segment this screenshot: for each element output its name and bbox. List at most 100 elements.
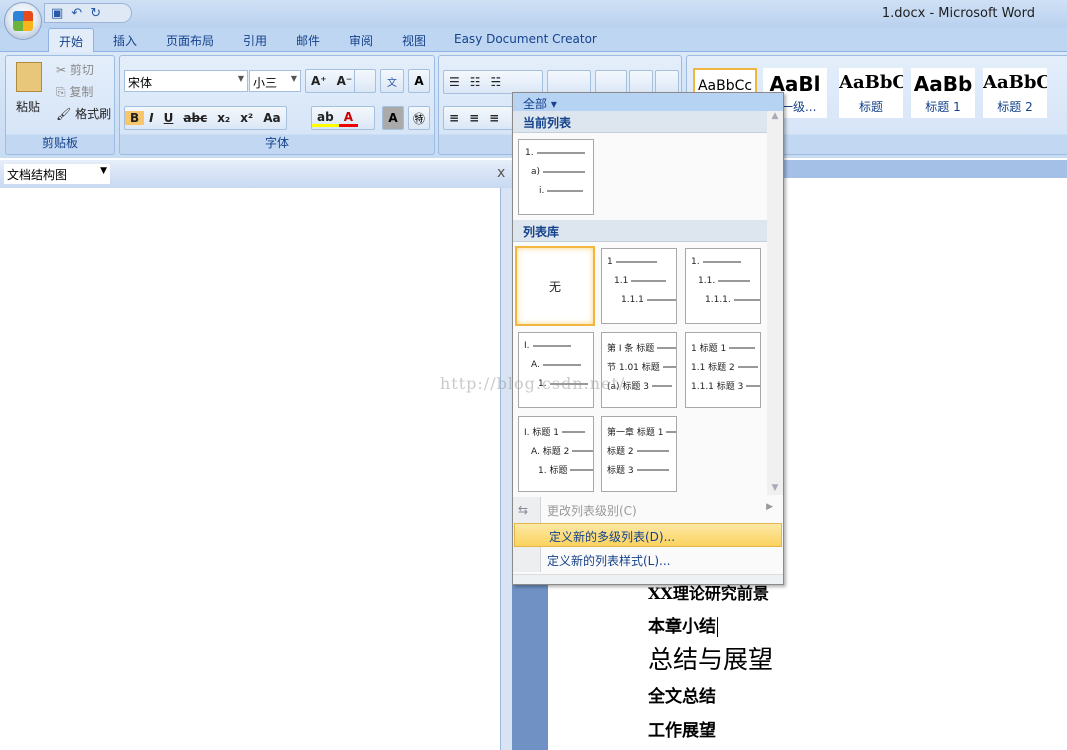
list-level-preview: 第 Ⅰ 条 标题: [607, 341, 676, 354]
list-library-tile[interactable]: 第一章 标题 1 标题 2 标题 3: [601, 416, 677, 492]
list-level-preview: 标题 2: [607, 444, 669, 457]
list-level-preview: 1.: [691, 257, 741, 267]
style-title[interactable]: AaBbC 标题: [839, 68, 903, 118]
format-painter-button[interactable]: 🖌 格式刷: [56, 105, 111, 122]
title-bar: 1.docx - Microsoft Word: [0, 0, 1067, 28]
list-level-preview: 1.1.1 标题 3: [691, 379, 760, 392]
list-library-section: 列表库: [513, 220, 767, 242]
list-level-preview: 1.1.: [698, 276, 751, 286]
numbering-icon: ☷: [469, 75, 481, 89]
subscript-button[interactable]: x₂: [212, 111, 235, 125]
list-level-preview: 第一章 标题 1: [607, 425, 676, 438]
strikethrough-button[interactable]: abc: [178, 111, 212, 125]
document-map-header: 文档结构图 ▼ x: [0, 160, 512, 188]
ribbon-tabs: 开始 插入 页面布局 引用 邮件 审阅 视图 Easy Document Cre…: [0, 28, 1067, 53]
list-level-preview: 标题 3: [607, 463, 669, 476]
doc-heading[interactable]: 工作展望: [648, 716, 716, 741]
underline-button[interactable]: U: [159, 111, 179, 125]
list-library-tile[interactable]: 1. 1.1. 1.1.1.: [685, 248, 761, 324]
paste-button[interactable]: 粘贴: [16, 98, 40, 115]
bullets-icon: ☰: [449, 75, 460, 89]
font-name-combo[interactable]: 宋体 ▼: [124, 70, 248, 92]
redo-icon[interactable]: ↻: [90, 6, 101, 21]
doc-chapter-heading[interactable]: 总结与展望: [648, 640, 773, 676]
list-library-tile[interactable]: I. A. 1.: [518, 332, 594, 408]
gallery-scrollbar[interactable]: ▲ ▼: [767, 111, 783, 495]
sort-icon[interactable]: [629, 70, 653, 94]
document-map-scrollbar[interactable]: [500, 188, 512, 750]
clipboard-group: 粘贴 ✂ 剪切 ⎘ 复制 🖌 格式刷 剪贴板: [5, 55, 115, 155]
multilevel-list-dropdown: 全部 ▾ 当前列表 1. a) i. 列表库 无 1 1.1 1.1.1 1. 1.1.…: [512, 92, 784, 585]
tab-home[interactable]: 开始: [48, 28, 95, 53]
highlight-and-font-color[interactable]: ab A: [311, 106, 375, 130]
list-level-preview: 1: [607, 257, 657, 267]
italic-button[interactable]: I: [144, 111, 158, 125]
grow-shrink-font[interactable]: A⁺ A⁻: [305, 69, 359, 93]
doc-heading[interactable]: 本章小结: [648, 612, 718, 637]
tab-review[interactable]: 审阅: [349, 32, 373, 49]
watermark: http://blog.csdn.net/: [440, 374, 626, 393]
cut-button[interactable]: ✂ 剪切: [56, 61, 94, 78]
change-case-button[interactable]: Aa: [258, 111, 285, 125]
scroll-down-icon: ▼: [771, 483, 779, 493]
change-list-level-item: 更改列表级别(C) ▶: [547, 502, 773, 518]
save-icon[interactable]: ▣: [51, 6, 63, 21]
clear-format-icon[interactable]: [354, 69, 376, 93]
multilevel-list-icon: ☵: [490, 75, 502, 89]
clipboard-group-label: 剪贴板: [41, 136, 78, 150]
document-map-select[interactable]: 文档结构图 ▼: [4, 164, 110, 184]
scroll-up-icon: ▲: [771, 111, 779, 121]
close-icon[interactable]: x: [497, 165, 505, 181]
superscript-button[interactable]: x²: [235, 111, 258, 125]
current-list-section: 当前列表: [513, 111, 767, 133]
tab-view[interactable]: 视图: [402, 32, 426, 49]
char-border-icon[interactable]: A: [408, 69, 430, 93]
list-level-preview: 1. 标题: [538, 463, 593, 476]
list-level-preview: 1.1 标题 2: [691, 360, 758, 373]
tab-easy-document-creator[interactable]: Easy Document Creator: [454, 32, 597, 46]
grow-font-icon: A⁺: [311, 74, 327, 88]
list-level-preview: 1 标题 1: [691, 341, 756, 354]
list-none-tile[interactable]: 无: [515, 246, 595, 326]
list-library-tile[interactable]: 第 Ⅰ 条 标题节 1.01 标题 (a) 标题 3: [601, 332, 677, 408]
office-button[interactable]: [4, 2, 42, 40]
define-new-list-style-item[interactable]: 定义新的列表样式(L)...: [513, 548, 783, 572]
style-heading1[interactable]: AaBb 标题 1: [911, 68, 975, 118]
list-library-tile[interactable]: I. 标题 1 A. 标题 2 1. 标题: [518, 416, 594, 492]
office-logo-icon: [13, 11, 33, 31]
define-new-multilevel-list-item[interactable]: 定义新的多级列表(D)...: [514, 523, 782, 547]
quick-access-toolbar: ▣ ↶ ↻: [44, 3, 132, 23]
asian-layout-icon[interactable]: [595, 70, 627, 94]
tab-page-layout[interactable]: 页面布局: [166, 32, 214, 49]
undo-icon[interactable]: ↶: [71, 6, 82, 21]
list-level-preview: I. 标题 1: [524, 425, 585, 438]
align-buttons[interactable]: ≡ ≡ ≡: [443, 106, 513, 130]
list-level-preview: A. 标题 2: [531, 444, 593, 457]
style-heading2[interactable]: AaBbC 标题 2: [983, 68, 1047, 118]
copy-button[interactable]: ⎘ 复制: [56, 83, 93, 100]
enclose-char-icon[interactable]: ㊕: [408, 106, 430, 130]
text-cursor: [717, 617, 718, 637]
font-format-buttons: B I U abc x₂ x² Aa: [124, 106, 287, 130]
char-shading-icon[interactable]: A: [382, 106, 404, 130]
current-list-tile[interactable]: 1. a) i.: [518, 139, 594, 215]
list-level-preview: 1.1.1: [621, 295, 676, 305]
phonetic-guide-icon[interactable]: 文: [380, 69, 404, 93]
tab-references[interactable]: 引用: [243, 32, 267, 49]
list-library-tile[interactable]: 1 标题 1 1.1 标题 2 1.1.1 标题 3: [685, 332, 761, 408]
document-map-pane: [0, 188, 500, 750]
font-size-combo[interactable]: 小三 ▼: [249, 70, 301, 92]
list-level-preview: 节 1.01 标题: [607, 360, 676, 373]
list-level-preview: A.: [531, 360, 581, 370]
list-filter-dropdown[interactable]: 全部 ▾: [513, 93, 783, 111]
list-buttons[interactable]: ☰ ☷ ☵: [443, 70, 543, 94]
font-group-label: 字体: [264, 136, 289, 150]
doc-heading[interactable]: 全文总结: [648, 682, 716, 707]
tab-insert[interactable]: 插入: [113, 32, 137, 49]
list-library-tile[interactable]: 1 1.1 1.1.1: [601, 248, 677, 324]
tab-mailings[interactable]: 邮件: [296, 32, 320, 49]
show-marks-icon[interactable]: [655, 70, 679, 94]
indent-buttons[interactable]: [547, 70, 591, 94]
resize-grip[interactable]: [513, 574, 783, 584]
bold-button[interactable]: B: [125, 111, 145, 125]
